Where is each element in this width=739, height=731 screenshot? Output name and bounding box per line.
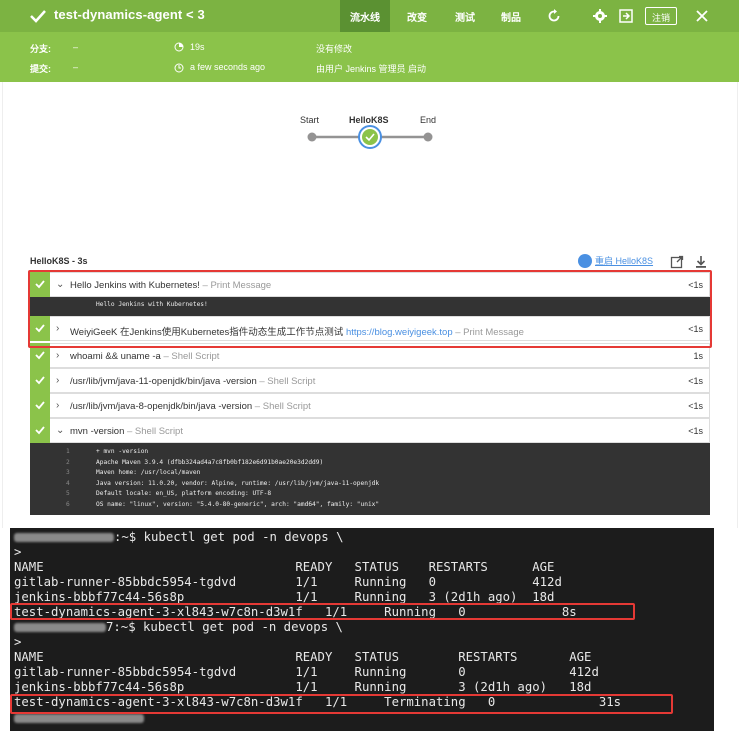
run-details: 分支: – 提交: – 19s a few seconds ago 没有修改 由…: [0, 32, 739, 82]
step-row[interactable]: › /usr/lib/jvm/java-11-openjdk/bin/java …: [30, 368, 710, 393]
tab-tests[interactable]: 测试: [455, 9, 475, 24]
continuation-line: >: [14, 545, 22, 559]
step-row[interactable]: › /usr/lib/jvm/java-8-openjdk/bin/java -…: [30, 393, 710, 418]
stage-label-start: Start: [300, 115, 320, 125]
log-line-number: 6: [66, 500, 70, 508]
log-line-number: 1: [66, 448, 70, 455]
pipeline-header: test-dynamics-agent < 3 流水线 改变 测试 制品 注销: [0, 0, 739, 32]
left-border: [2, 82, 3, 528]
time-ago: a few seconds ago: [190, 62, 266, 72]
branch-value: –: [73, 42, 79, 52]
redacted-host: [14, 714, 144, 723]
log-line: Java version: 11.0.20, vendor: Alpine, r…: [96, 479, 380, 487]
table-header: NAME READY STATUS RESTARTS AGE: [14, 560, 555, 574]
branch-label: 分支:: [30, 44, 51, 54]
gear-icon[interactable]: [592, 8, 608, 24]
terminal-window: :~$ kubectl get pod -n devops \ > NAME R…: [0, 528, 739, 731]
chevron-right-icon[interactable]: ›: [56, 350, 59, 361]
cause-text: 由用户 Jenkins 管理员 启动: [316, 64, 427, 74]
log-line-number: 5: [66, 490, 70, 497]
step-success-icon: [30, 418, 50, 443]
open-log-icon[interactable]: [670, 255, 684, 269]
step-log: 1 + mvn -version 2 Apache Maven 3.9.4 (dfb…: [30, 443, 710, 515]
table-row: jenkins-bbbf77c44-56s8p 1/1 Running 3 (2…: [14, 680, 592, 694]
end-node: [423, 132, 433, 142]
pipeline-title[interactable]: test-dynamics-agent < 3: [54, 7, 205, 22]
start-node: [307, 132, 317, 142]
right-border: [737, 82, 738, 528]
step-name: mvn -version: [70, 426, 125, 437]
commit-value: –: [73, 62, 79, 72]
highlight-box: [28, 270, 712, 348]
step-duration: 1s: [693, 351, 703, 361]
redacted-host: [14, 623, 106, 632]
tab-pipeline[interactable]: 流水线: [340, 0, 390, 32]
pipeline-graph: Start HelloK8S End: [296, 110, 446, 160]
step-row[interactable]: ⌄ mvn -version – Shell Script <1s: [30, 418, 710, 443]
log-line: + mvn -version: [96, 448, 149, 455]
tab-artifacts[interactable]: 制品: [501, 9, 521, 24]
step-success-icon: [30, 393, 50, 418]
step-kind: – Shell Script: [252, 401, 311, 412]
highlight-box: [10, 694, 673, 714]
table-row: gitlab-runner-85bbdc5954-tgdvd 1/1 Runni…: [14, 665, 599, 679]
duration-icon: [174, 42, 184, 52]
duration-value: 19s: [190, 42, 205, 52]
step-kind: – Shell Script: [160, 351, 220, 362]
step-success-icon: [30, 368, 50, 393]
step-kind: – Shell Script: [256, 376, 316, 387]
stage-label-hellok8s[interactable]: HelloK8S: [349, 115, 389, 125]
rerun-icon[interactable]: [546, 8, 562, 24]
redacted-host: [14, 533, 114, 542]
table-header: NAME READY STATUS RESTARTS AGE: [14, 650, 592, 664]
step-name: whoami && uname -a: [70, 351, 161, 362]
step-duration: <1s: [688, 376, 703, 386]
tab-changes[interactable]: 改变: [407, 9, 427, 24]
download-icon[interactable]: [694, 255, 708, 269]
build-number: < 3: [186, 7, 205, 22]
stage-title: HelloK8S - 3s: [30, 256, 88, 266]
stage-success-icon: [362, 129, 378, 145]
open-classic-icon[interactable]: [618, 8, 634, 24]
chevron-down-icon[interactable]: ⌄: [56, 425, 64, 436]
log-line-number: 3: [66, 469, 70, 476]
highlight-box: [10, 603, 635, 620]
log-line-number: 2: [66, 458, 70, 466]
continuation-line: >: [14, 635, 22, 649]
chevron-right-icon[interactable]: ›: [56, 375, 59, 386]
success-check-icon: [30, 10, 46, 23]
step-kind: – Shell Script: [124, 426, 183, 437]
log-line: OS name: "linux", version: "5.4.0-80-gen…: [96, 500, 380, 508]
changes-text: 没有修改: [316, 44, 353, 54]
log-line: Default locale: en_US, platform encoding…: [96, 490, 272, 497]
chevron-right-icon[interactable]: ›: [56, 400, 59, 411]
step-name: /usr/lib/jvm/java-8-openjdk/bin/java -ve…: [70, 401, 253, 412]
log-line-number: 4: [66, 479, 70, 487]
logout-button[interactable]: 注销: [645, 7, 678, 25]
restart-icon: [578, 253, 592, 268]
commit-label: 提交:: [30, 64, 51, 74]
table-row: gitlab-runner-85bbdc5954-tgdvd 1/1 Runni…: [14, 575, 562, 589]
log-line: Maven home: /usr/local/maven: [96, 469, 201, 476]
step-duration: <1s: [688, 401, 703, 411]
restart-stage-link[interactable]: 重启 HelloK8S: [578, 253, 653, 269]
prompt-line: :~$ kubectl get pod -n devops \: [14, 530, 344, 545]
close-icon[interactable]: [694, 8, 710, 24]
stage-label-end: End: [420, 115, 437, 125]
step-name: /usr/lib/jvm/java-11-openjdk/bin/java -v…: [70, 376, 257, 387]
clock-icon: [174, 63, 184, 73]
step-duration: <1s: [688, 426, 703, 436]
prompt-line: 7:~$ kubectl get pod -n devops \: [14, 620, 343, 635]
log-line: Apache Maven 3.9.4 (dfbb324ad4a7c8fb0bf1…: [96, 458, 324, 466]
